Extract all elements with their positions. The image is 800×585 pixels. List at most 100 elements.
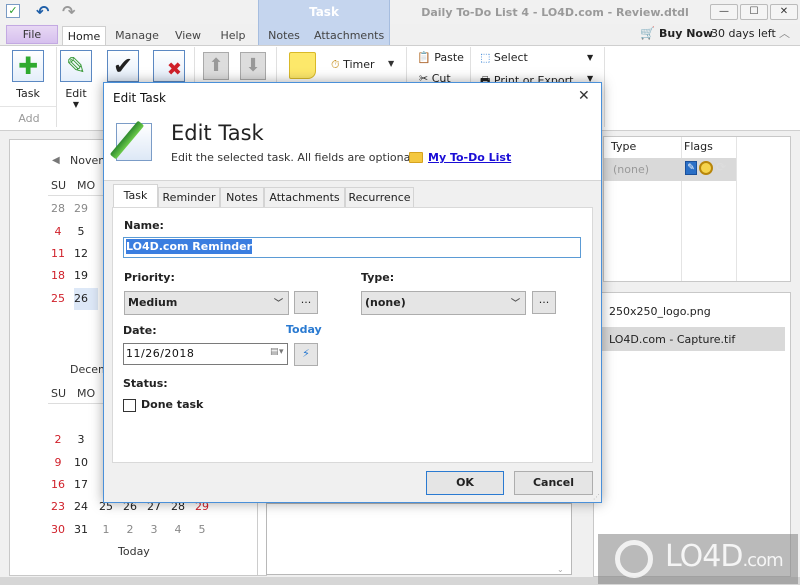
stopwatch-icon: ⏱ — [331, 58, 340, 71]
prev-month-icon[interactable]: ◀ — [52, 155, 60, 166]
edit-task-button[interactable]: ✎ Edit ▼ — [58, 50, 94, 109]
calendar-day[interactable]: 30 — [47, 523, 69, 536]
calendar-day[interactable]: 11 — [47, 247, 69, 260]
todo-list-link[interactable]: My To-Do List — [428, 151, 511, 164]
group-divider — [0, 106, 56, 107]
done-task-checkbox[interactable] — [123, 399, 136, 412]
delete-x-icon: ✖ — [153, 50, 185, 82]
status-label: Status: — [123, 377, 168, 390]
calendar-day[interactable]: 9 — [47, 456, 69, 469]
paste-button[interactable]: 📋 Paste — [417, 51, 464, 64]
column-header-flags[interactable]: Flags — [684, 140, 713, 153]
dialog-tab-attachments[interactable]: Attachments — [264, 187, 345, 207]
dialog-heading: Edit Task — [171, 121, 264, 145]
tab-notes[interactable]: Notes — [264, 26, 304, 46]
maximize-button[interactable]: ☐ — [740, 4, 768, 20]
timer-dropdown-icon[interactable]: ▼ — [388, 59, 394, 68]
date-picker-flash-icon[interactable]: ⚡ — [294, 343, 318, 366]
calendar-day[interactable]: 2 — [119, 523, 141, 536]
tab-manage[interactable]: Manage — [112, 26, 162, 46]
buy-now-link[interactable]: Buy Now — [659, 27, 713, 40]
calendar-day[interactable]: 5 — [191, 523, 213, 536]
calendar-day[interactable]: 19 — [70, 269, 92, 282]
calendar-day[interactable]: 23 — [47, 500, 69, 513]
calendar-day[interactable]: 12 — [70, 247, 92, 260]
splitter[interactable] — [257, 500, 258, 575]
tab-home[interactable]: Home — [62, 26, 106, 47]
select-button[interactable]: ⬚ Select — [480, 51, 528, 64]
calendar-day[interactable]: 3 — [143, 523, 165, 536]
dialog-tab-task[interactable]: Task — [113, 184, 158, 208]
delete-task-button[interactable]: ✖ — [153, 50, 185, 82]
notes-panel[interactable] — [266, 503, 572, 575]
cancel-button[interactable]: Cancel — [514, 471, 593, 495]
dialog-tab-reminder[interactable]: Reminder — [158, 187, 220, 207]
calendar-day[interactable]: 16 — [47, 478, 69, 491]
calendar-day[interactable]: 10 — [70, 456, 92, 469]
calendar-day[interactable]: 4 — [47, 225, 69, 238]
dialog-tab-recurrence[interactable]: Recurrence — [345, 187, 414, 207]
tab-attachments[interactable]: Attachments — [314, 26, 384, 46]
resize-grip-icon[interactable]: ⋰ — [593, 493, 600, 501]
calendar-day[interactable]: 26 — [70, 292, 92, 305]
calendar-day[interactable]: 18 — [47, 269, 69, 282]
checkmark-icon: ✔ — [107, 50, 139, 82]
calendar-day[interactable]: 1 — [95, 523, 117, 536]
sticky-note-icon[interactable] — [289, 52, 316, 79]
ok-button[interactable]: OK — [426, 471, 504, 495]
pencil-icon: ✎ — [60, 50, 92, 82]
calendar-day[interactable]: 17 — [70, 478, 92, 491]
attachment-item[interactable]: 250x250_logo.png — [609, 305, 711, 318]
dialog-tab-notes[interactable]: Notes — [220, 187, 264, 207]
tab-help[interactable]: Help — [216, 26, 250, 46]
app-checkmark-icon[interactable]: ✓ — [6, 4, 20, 18]
today-link[interactable]: Today — [286, 323, 322, 336]
calendar-day[interactable]: 5 — [70, 225, 92, 238]
column-header-type[interactable]: Type — [611, 140, 636, 153]
type-edit-button[interactable]: ... — [532, 291, 556, 314]
task-context-label: Task — [309, 5, 339, 19]
attachment-item[interactable]: LO4D.com - Capture.tif — [609, 333, 735, 346]
tab-view[interactable]: View — [170, 26, 206, 46]
type-select[interactable]: (none) ﹀ — [361, 291, 526, 315]
dialog-close-icon[interactable]: ✕ — [578, 88, 590, 104]
calendar-day[interactable]: 28 — [47, 202, 69, 215]
done-task-label[interactable]: Done task — [141, 398, 203, 411]
redo-icon[interactable]: ↷ — [62, 2, 75, 21]
calendar-today-button[interactable]: Today — [118, 545, 150, 558]
weekday-header: SU — [51, 179, 67, 192]
edit-task-dialog: Edit Task ✕ Edit Task Edit the selected … — [103, 82, 602, 503]
minimize-button[interactable]: — — [710, 4, 738, 20]
calendar-day[interactable]: 31 — [70, 523, 92, 536]
scroll-down-icon[interactable]: ⌄ — [557, 565, 564, 574]
paste-label: Paste — [434, 51, 464, 64]
calendar-day[interactable]: 24 — [70, 500, 92, 513]
timer-button[interactable]: ⏱ Timer — [331, 58, 375, 72]
task-name-input[interactable]: LO4D.com Reminder — [123, 237, 581, 258]
priority-select[interactable]: Medium ﹀ — [124, 291, 289, 315]
move-up-icon[interactable]: ⬆ — [203, 52, 229, 80]
select-dropdown-icon[interactable]: ▼ — [587, 53, 593, 62]
shopping-cart-icon[interactable]: 🛒 — [640, 26, 655, 40]
calendar-day[interactable]: 3 — [70, 433, 92, 446]
priority-edit-button[interactable]: ... — [294, 291, 318, 314]
calendar-day[interactable]: 25 — [47, 292, 69, 305]
tab-file[interactable]: File — [6, 25, 58, 44]
header-divider — [48, 195, 104, 196]
add-task-label: Task — [16, 87, 40, 100]
date-input[interactable]: 11/26/2018 ▤▾ — [123, 343, 288, 365]
ribbon-collapse-icon[interactable]: ︿ — [779, 25, 790, 41]
recurrence-flag-icon: ⟳ — [716, 160, 727, 174]
move-down-icon[interactable]: ⬇ — [240, 52, 266, 80]
calendar-day[interactable]: 29 — [70, 202, 92, 215]
header-divider — [104, 180, 601, 181]
calendar-day[interactable]: 2 — [47, 433, 69, 446]
select-icon: ⬚ — [480, 51, 491, 64]
close-button[interactable]: ✕ — [770, 4, 798, 20]
undo-icon[interactable]: ↶ — [36, 2, 49, 21]
mark-done-button[interactable]: ✔ — [107, 50, 139, 82]
folder-icon — [409, 152, 423, 163]
calendar-dropdown-icon[interactable]: ▤▾ — [270, 347, 284, 357]
add-task-button[interactable]: ✚ Task — [8, 50, 48, 100]
calendar-day[interactable]: 4 — [167, 523, 189, 536]
